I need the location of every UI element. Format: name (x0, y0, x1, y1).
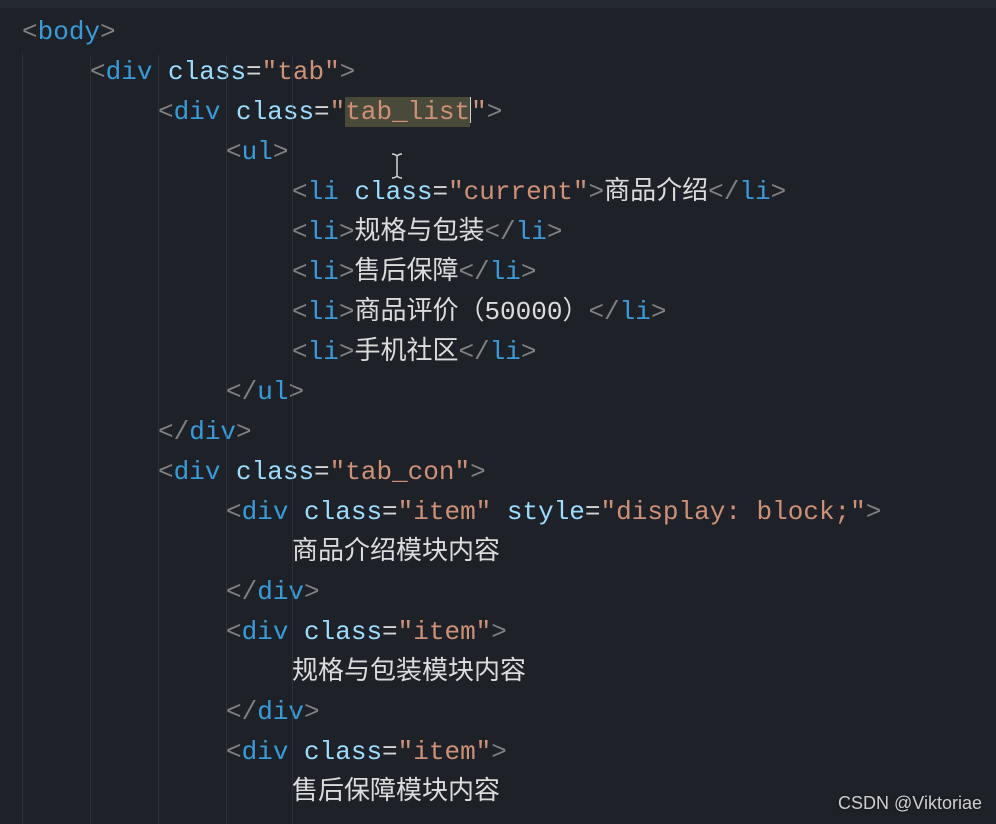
code-line[interactable]: 规格与包装模块内容 (4, 652, 996, 692)
code-line[interactable]: <div class="tab"> (4, 52, 996, 92)
title-bar (0, 0, 996, 8)
code-line[interactable]: <li class="current">商品介绍</li> (4, 172, 996, 212)
code-editor[interactable]: <body><div class="tab"><div class="tab_l… (0, 0, 996, 812)
code-line[interactable]: <ul> (4, 132, 996, 172)
indent-guide (90, 55, 91, 824)
code-line[interactable]: </div> (4, 692, 996, 732)
code-line[interactable]: 商品介绍模块内容 (4, 532, 996, 572)
code-line[interactable]: </div> (4, 572, 996, 612)
code-line[interactable]: <body> (4, 12, 996, 52)
watermark: CSDN @Viktoriae (838, 793, 982, 814)
code-line[interactable]: <div class="item" style="display: block;… (4, 492, 996, 532)
code-line[interactable]: <div class="item"> (4, 612, 996, 652)
code-line[interactable]: <li>手机社区</li> (4, 332, 996, 372)
code-line[interactable]: </div> (4, 412, 996, 452)
indent-guide (292, 55, 293, 824)
code-line[interactable]: <div class="tab_con"> (4, 452, 996, 492)
code-line[interactable]: <li>商品评价（50000）</li> (4, 292, 996, 332)
indent-guide (158, 55, 159, 824)
indent-guide (226, 55, 227, 824)
code-line[interactable]: <div class="item"> (4, 732, 996, 772)
text-cursor-icon (390, 152, 404, 188)
code-line[interactable]: <div class="tab_list"> (4, 92, 996, 132)
code-line[interactable]: <li>售后保障</li> (4, 252, 996, 292)
code-line[interactable]: </ul> (4, 372, 996, 412)
indent-guide (22, 52, 23, 824)
code-line[interactable]: <li>规格与包装</li> (4, 212, 996, 252)
